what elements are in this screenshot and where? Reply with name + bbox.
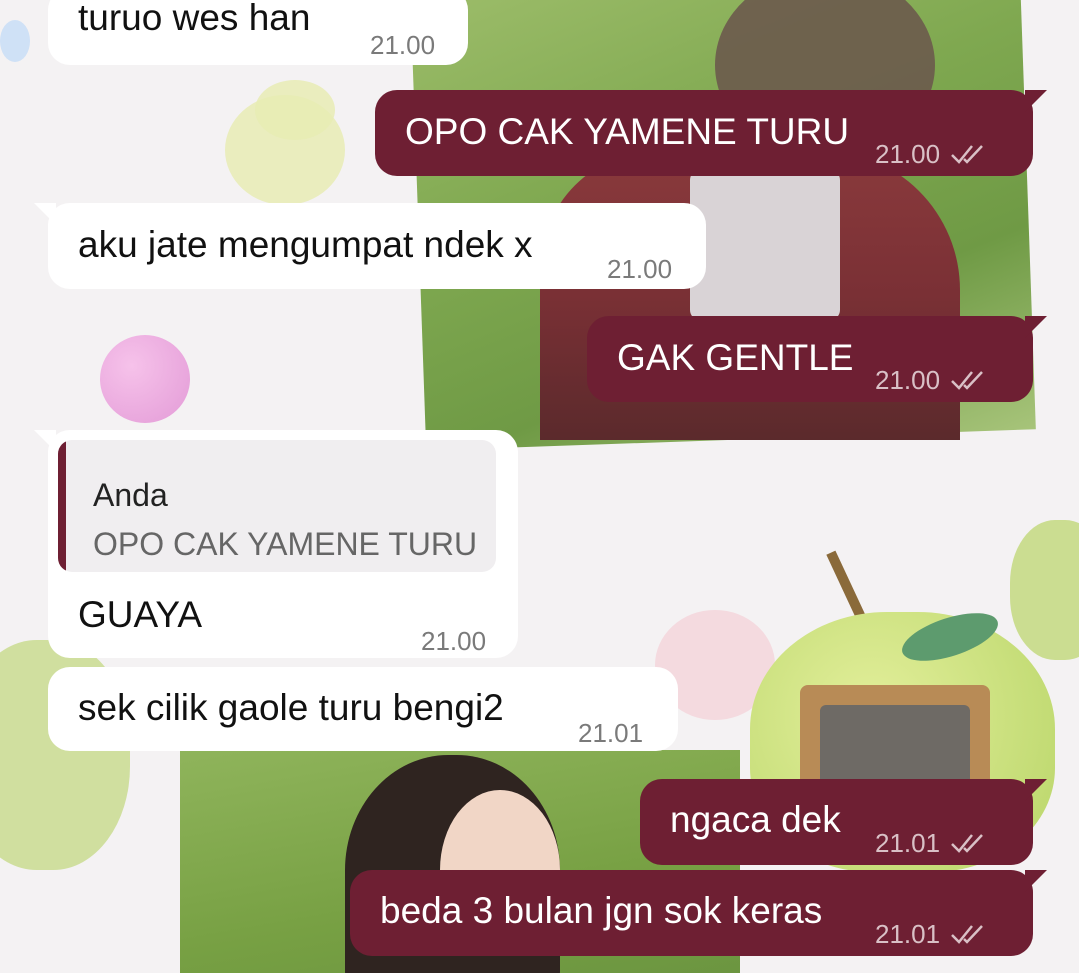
message-text: sek cilik gaole turu bengi2 (78, 687, 504, 728)
double-check-icon (951, 925, 983, 944)
message-time: 21.00 (875, 139, 941, 169)
reply-quote-text: OPO CAK YAMENE TURU (93, 526, 478, 562)
message-time: 21.01 (578, 718, 644, 748)
wallpaper-pink-ball (100, 335, 190, 423)
double-check-icon (951, 145, 983, 164)
message-meta: 21.01 (875, 912, 992, 956)
message-time: 21.01 (875, 919, 941, 949)
message-text: turuo wes han (78, 0, 311, 38)
wallpaper-yellow-flower-petal (255, 80, 335, 140)
message-outgoing[interactable]: OPO CAK YAMENE TURU 21.00 (375, 90, 1047, 176)
reply-quote-author: Anda (93, 477, 168, 513)
message-meta: 21.00 (875, 358, 992, 402)
message-text: aku jate mengumpat ndek x (78, 224, 533, 265)
message-incoming[interactable]: turuo wes han 21.00 (48, 0, 468, 65)
reply-quote-accent (58, 440, 66, 572)
message-outgoing[interactable]: ngaca dek 21.01 (640, 779, 1047, 865)
message-incoming[interactable]: sek cilik gaole turu bengi2 21.01 (48, 667, 678, 751)
message-outgoing[interactable]: beda 3 bulan jgn sok keras 21.01 (350, 870, 1047, 956)
wallpaper-person-shirt (690, 170, 840, 320)
wallpaper-green-flower-right (1010, 520, 1079, 660)
message-text: GUAYA (78, 594, 203, 635)
message-text: ngaca dek (670, 799, 841, 840)
message-text: GAK GENTLE (617, 337, 854, 378)
message-incoming[interactable]: aku jate mengumpat ndek x 21.00 (34, 203, 706, 289)
message-text: OPO CAK YAMENE TURU (405, 111, 850, 152)
message-outgoing[interactable]: GAK GENTLE 21.00 (587, 316, 1047, 402)
message-time: 21.00 (421, 626, 487, 656)
wallpaper-blue-dot (0, 20, 30, 62)
reply-quote[interactable]: Anda OPO CAK YAMENE TURU (58, 440, 496, 572)
message-meta: 21.00 (875, 132, 992, 176)
message-meta: 21.01 (875, 821, 992, 865)
double-check-icon (951, 834, 983, 853)
message-text: beda 3 bulan jgn sok keras (380, 890, 823, 931)
double-check-icon (951, 371, 983, 390)
message-time: 21.00 (607, 254, 673, 284)
message-time: 21.01 (875, 828, 941, 858)
message-incoming-reply[interactable]: Anda OPO CAK YAMENE TURU GUAYA 21.00 (34, 430, 518, 658)
message-time: 21.00 (370, 30, 436, 60)
message-time: 21.00 (875, 365, 941, 395)
